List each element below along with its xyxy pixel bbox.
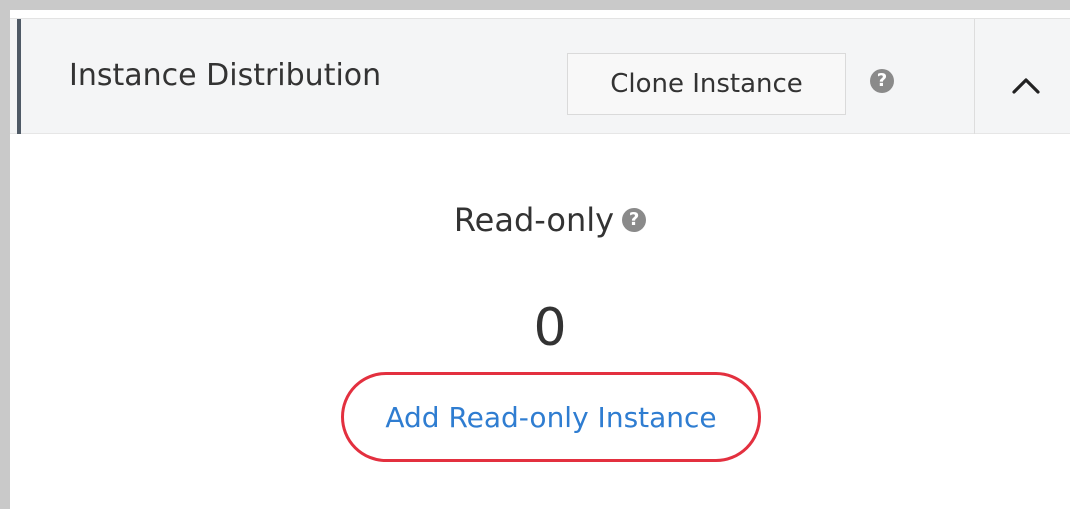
chevron-up-icon[interactable] bbox=[1006, 71, 1046, 101]
header-divider bbox=[974, 19, 975, 134]
instance-distribution-panel: Instance Distribution Clone Instance ? R… bbox=[10, 10, 1070, 509]
add-readonly-instance-link[interactable]: Add Read-only Instance bbox=[341, 372, 761, 462]
readonly-section-heading: Read-only? bbox=[10, 200, 1070, 240]
readonly-help-icon[interactable]: ? bbox=[622, 208, 647, 232]
readonly-instance-count: 0 bbox=[533, 298, 567, 358]
panel-title: Instance Distribution bbox=[69, 58, 382, 93]
clone-instance-button[interactable]: Clone Instance bbox=[567, 53, 846, 115]
panel-header: Instance Distribution Clone Instance ? bbox=[10, 18, 1070, 134]
readonly-label: Read-only bbox=[453, 201, 615, 239]
app-window: Instance Distribution Clone Instance ? R… bbox=[0, 0, 1070, 509]
header-accent-bar bbox=[17, 19, 21, 134]
window-left-border bbox=[0, 0, 10, 509]
help-icon[interactable]: ? bbox=[870, 69, 894, 93]
window-top-border bbox=[0, 0, 1070, 10]
